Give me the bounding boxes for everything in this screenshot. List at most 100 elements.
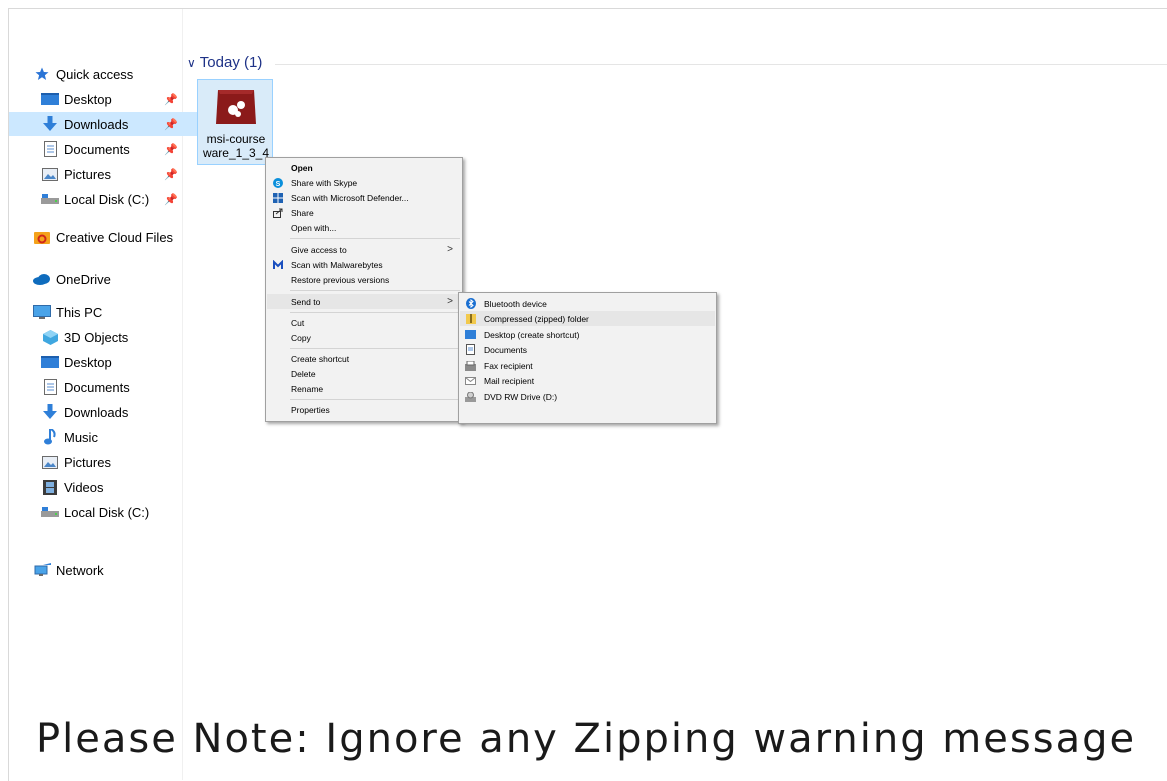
menu-item-copy[interactable]: Copy [267,330,461,345]
zip-folder-icon [465,313,476,324]
instruction-note: Please Note: Ignore any Zipping warning … [36,716,1137,762]
context-menu: Open S Share with Skype Scan with Micros… [265,157,463,422]
send-to-dvd-drive[interactable]: DVD RW Drive (D:) [460,389,715,404]
menu-item-give-access[interactable]: Give access to > [267,242,461,257]
nav-pc-downloads[interactable]: Downloads [9,400,213,424]
nav-pc-desktop[interactable]: Desktop [9,350,213,374]
nav-label: This PC [56,304,103,320]
nav-label: Music [64,429,98,445]
pin-icon[interactable]: 📌 [164,143,178,156]
nav-label: Downloads [64,116,129,132]
menu-separator [290,312,460,313]
nav-pc-music[interactable]: Music [9,425,213,449]
menu-item-delete[interactable]: Delete [267,366,461,381]
menu-separator [290,290,460,291]
film-icon [41,479,59,495]
menu-item-open-with[interactable]: Open with... [267,220,461,235]
nav-label: Documents [64,141,130,157]
nav-label: Local Disk (C:) [64,504,150,520]
nav-quick-desktop[interactable]: Desktop 📌 [9,87,213,111]
nav-label: Pictures [64,166,111,182]
download-arrow-icon [41,116,59,132]
nav-network[interactable]: Network [9,558,205,582]
chevron-right-icon: > [447,296,453,307]
pin-icon[interactable]: 📌 [164,193,178,206]
nav-pc-videos[interactable]: Videos [9,475,213,499]
defender-shield-icon [272,192,283,203]
menu-item-share-skype[interactable]: S Share with Skype [267,175,461,190]
menu-item-create-shortcut[interactable]: Create shortcut [267,351,461,366]
menu-separator [290,399,460,400]
nav-pc-documents[interactable]: Documents [9,375,213,399]
malwarebytes-icon [272,259,283,270]
nav-label: Desktop [64,354,112,370]
mail-icon [465,375,476,386]
desktop-icon [41,354,59,370]
cube-icon [41,329,59,345]
nav-label: Pictures [64,454,111,470]
chevron-right-icon: > [447,244,453,255]
menu-item-open[interactable]: Open [267,160,461,175]
send-to-documents[interactable]: Documents [460,342,715,357]
pictures-icon [41,166,59,182]
menu-item-rename[interactable]: Rename [267,381,461,396]
pin-icon[interactable]: 📌 [164,93,178,106]
nav-quick-local-disk[interactable]: Local Disk (C:) 📌 [9,187,213,211]
nav-quick-access[interactable]: Quick access [9,62,205,86]
pin-icon[interactable]: 📌 [164,118,178,131]
dvd-drive-icon [465,391,476,402]
drive-icon [41,191,59,207]
nav-label: Local Disk (C:) [64,191,150,207]
fax-icon [465,360,476,371]
file-item[interactable]: msi-course ware_1_3_4 [197,79,273,165]
send-to-compressed-folder[interactable]: Compressed (zipped) folder [460,311,715,326]
menu-item-scan-malwarebytes[interactable]: Scan with Malwarebytes [267,257,461,272]
group-header-today[interactable]: ∨ Today (1) [187,54,262,71]
navigation-pane: Quick access Desktop 📌 Downloads 📌 Docum… [9,9,213,780]
nav-pc-pictures[interactable]: Pictures [9,450,213,474]
send-to-mail[interactable]: Mail recipient [460,373,715,388]
nav-pc-3d-objects[interactable]: 3D Objects [9,325,213,349]
nav-quick-pictures[interactable]: Pictures 📌 [9,162,213,186]
group-divider [275,64,1167,65]
download-arrow-icon [41,404,59,420]
nav-label: OneDrive [56,271,111,287]
send-to-desktop-shortcut[interactable]: Desktop (create shortcut) [460,327,715,342]
menu-separator [290,238,460,239]
menu-item-restore-versions[interactable]: Restore previous versions [267,272,461,287]
network-icon [33,562,51,578]
menu-item-cut[interactable]: Cut [267,315,461,330]
svg-text:S: S [275,181,280,188]
computer-icon [33,304,51,320]
cloud-icon [33,271,51,287]
menu-separator [290,348,460,349]
archive-file-icon [214,86,258,126]
nav-label: Desktop [64,91,112,107]
send-to-bluetooth[interactable]: Bluetooth device [460,296,715,311]
nav-onedrive[interactable]: OneDrive [9,267,205,291]
nav-quick-documents[interactable]: Documents 📌 [9,137,213,161]
document-icon [465,344,476,355]
send-to-fax[interactable]: Fax recipient [460,358,715,373]
nav-label: Downloads [64,404,129,420]
drive-icon [41,504,59,520]
nav-quick-downloads[interactable]: Downloads 📌 [9,112,213,136]
skype-icon: S [272,177,283,188]
menu-item-properties[interactable]: Properties [267,402,461,417]
nav-label: Quick access [56,66,134,82]
menu-item-scan-defender[interactable]: Scan with Microsoft Defender... [267,190,461,205]
nav-this-pc[interactable]: This PC [9,300,205,324]
star-icon [33,66,51,82]
pin-icon[interactable]: 📌 [164,168,178,181]
menu-item-share[interactable]: Share [267,205,461,220]
chevron-down-icon: ∨ [187,55,196,70]
document-icon [41,141,59,157]
file-name: msi-course ware_1_3_4 [202,132,270,160]
nav-creative-cloud[interactable]: Creative Cloud Files [9,225,205,249]
nav-pc-local-disk[interactable]: Local Disk (C:) [9,500,213,524]
nav-label: Documents [64,379,130,395]
music-note-icon [41,429,59,445]
menu-item-send-to[interactable]: Send to > [267,294,461,309]
desktop-icon [41,91,59,107]
creative-cloud-icon [33,229,51,245]
